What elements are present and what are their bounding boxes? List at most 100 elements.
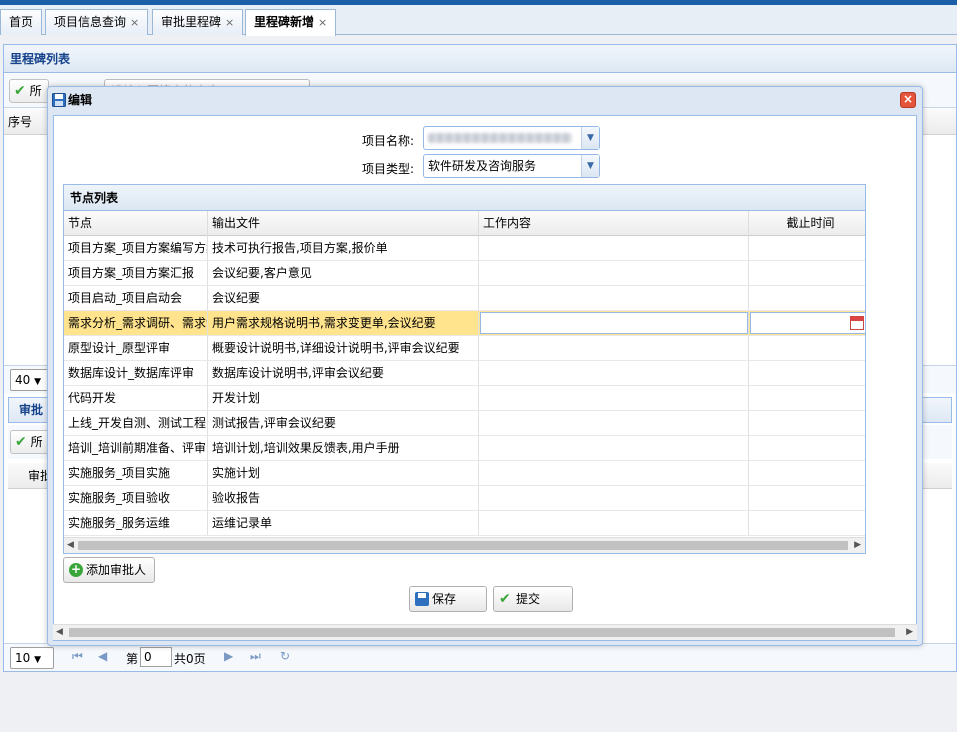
work-content-input[interactable]	[480, 312, 748, 334]
chevron-down-icon[interactable]: ▼	[581, 155, 599, 177]
tab-close-icon[interactable]: ×	[225, 16, 234, 29]
cell-output: 用户需求规格说明书,需求变更单,会议纪要	[208, 311, 479, 335]
cell-deadline[interactable]	[749, 436, 865, 460]
cell-work[interactable]	[479, 461, 749, 485]
cell-work[interactable]	[479, 361, 749, 385]
dialog-horizontal-scrollbar[interactable]: ◀ ▶	[53, 624, 917, 640]
cell-work[interactable]	[479, 336, 749, 360]
refresh-icon[interactable]: ↻	[280, 649, 290, 663]
cell-work[interactable]	[479, 436, 749, 460]
tab-bar: 首页 项目信息查询 × 审批里程碑 × 里程碑新增 ×	[0, 5, 957, 36]
col-header-deadline[interactable]: 截止时间	[749, 211, 865, 236]
table-row[interactable]: 上线_开发自测、测试工程师测试测试报告,评审会议纪要	[64, 411, 865, 436]
table-row[interactable]: 实施服务_服务运维 运维记录单	[64, 511, 865, 536]
table-row[interactable]: 实施服务_项目实施 实施计划	[64, 461, 865, 486]
cell-deadline[interactable]	[749, 261, 865, 285]
scroll-thumb[interactable]	[69, 628, 895, 637]
table-row[interactable]: 数据库设计_数据库评审 数据库设计说明书,评审会议纪要	[64, 361, 865, 386]
prev-page-icon[interactable]: ◀	[98, 649, 107, 663]
table-row[interactable]: 培训_培训前期准备、评审 培训计划,培训效果反馈表,用户手册	[64, 436, 865, 461]
cell-work[interactable]	[479, 511, 749, 535]
approval-all-button[interactable]: ✔ 所	[10, 430, 50, 454]
cell-node: 项目启动_项目启动会	[64, 286, 208, 310]
approval-page-size-select[interactable]: 10 ▼	[10, 647, 54, 669]
table-row[interactable]: 代码开发 开发计划	[64, 386, 865, 411]
first-page-icon[interactable]: ⏮	[72, 649, 83, 664]
submit-button[interactable]: ✔ 提交	[493, 586, 573, 612]
cell-work[interactable]	[479, 386, 749, 410]
cell-work[interactable]	[479, 261, 749, 285]
scroll-thumb[interactable]	[78, 541, 848, 550]
table-row[interactable]: 项目方案_项目方案编写方案 技术可执行报告,项目方案,报价单	[64, 236, 865, 261]
cell-deadline[interactable]	[749, 461, 865, 485]
check-icon: ✔	[15, 434, 27, 450]
cell-work[interactable]	[479, 311, 749, 335]
cell-work[interactable]	[479, 286, 749, 310]
calendar-icon[interactable]	[850, 316, 864, 330]
cell-deadline[interactable]	[749, 486, 865, 510]
chevron-down-icon[interactable]: ▼	[581, 127, 599, 149]
cell-node: 上线_开发自测、测试工程师测试	[64, 411, 208, 435]
close-icon[interactable]: ×	[900, 92, 916, 108]
project-name-label: 项目名称:	[361, 134, 414, 148]
cell-output: 开发计划	[208, 386, 479, 410]
cell-deadline[interactable]	[749, 386, 865, 410]
scroll-right-icon[interactable]: ▶	[906, 627, 913, 637]
cell-work[interactable]	[479, 411, 749, 435]
col-header-work[interactable]: 工作内容	[479, 211, 749, 236]
tab-label: 里程碑新增	[254, 15, 315, 29]
col-header-node[interactable]: 节点	[64, 211, 208, 236]
cell-deadline[interactable]	[749, 236, 865, 260]
save-button[interactable]: 保存	[409, 586, 487, 612]
scroll-left-icon[interactable]: ◀	[67, 540, 74, 550]
deadline-date-input[interactable]	[750, 312, 865, 334]
select-value: 40	[15, 373, 31, 387]
page-number-input[interactable]: 0	[140, 647, 172, 667]
button-label: 保存	[432, 592, 457, 606]
tab-close-icon[interactable]: ×	[130, 16, 139, 29]
cell-node: 实施服务_服务运维	[64, 511, 208, 535]
project-type-combo[interactable]: 软件研发及咨询服务 ▼	[423, 154, 600, 178]
tab-project-query[interactable]: 项目信息查询 ×	[45, 9, 149, 35]
table-row[interactable]: 项目方案_项目方案汇报 会议纪要,客户意见	[64, 261, 865, 286]
cell-deadline[interactable]	[749, 511, 865, 535]
cell-deadline[interactable]	[749, 286, 865, 310]
dialog-header[interactable]: 编辑 ×	[48, 87, 922, 114]
scroll-right-icon[interactable]: ▶	[854, 540, 861, 550]
cell-deadline[interactable]	[749, 361, 865, 385]
table-row[interactable]: 需求分析_需求调研、需求评审用户需求规格说明书,需求变更单,会议纪要	[64, 311, 865, 336]
cell-deadline[interactable]	[749, 336, 865, 360]
cell-node: 项目方案_项目方案编写方案	[64, 236, 208, 260]
edit-dialog: 编辑 × 项目名称: ▼ 项目类型: 软件研发及咨询服务 ▼ 节点列表 节点 输…	[47, 86, 923, 646]
tab-add-milestone[interactable]: 里程碑新增 ×	[245, 9, 337, 36]
table-row[interactable]: 原型设计_原型评审 概要设计说明书,详细设计说明书,评审会议纪要	[64, 336, 865, 361]
button-label: 所	[30, 435, 43, 449]
cell-work[interactable]	[479, 486, 749, 510]
cell-deadline[interactable]	[749, 311, 865, 335]
cell-work[interactable]	[479, 236, 749, 260]
next-page-icon[interactable]: ▶	[224, 649, 233, 663]
col-header-output[interactable]: 输出文件	[208, 211, 479, 236]
project-name-combo[interactable]: ▼	[423, 126, 600, 150]
tab-label: 审批里程碑	[161, 15, 222, 29]
scroll-left-icon[interactable]: ◀	[56, 627, 63, 637]
chevron-down-icon: ▼	[34, 655, 42, 665]
tab-label: 项目信息查询	[54, 15, 127, 29]
tab-approve-milestone[interactable]: 审批里程碑 ×	[152, 9, 244, 35]
cell-output: 会议纪要,客户意见	[208, 261, 479, 285]
tab-close-icon[interactable]: ×	[318, 16, 327, 29]
bg-all-button[interactable]: ✔ 所	[9, 79, 49, 103]
grid-horizontal-scrollbar[interactable]: ◀ ▶	[64, 537, 865, 553]
cell-deadline[interactable]	[749, 411, 865, 435]
button-label: 添加审批人	[86, 563, 147, 577]
cell-output: 培训计划,培训效果反馈表,用户手册	[208, 436, 479, 460]
add-approver-button[interactable]: + 添加审批人	[63, 557, 156, 583]
approval-pager: 10 ▼ ⏮ ◀ 第 0 共0页 ▶ ⏭ ↻	[4, 643, 956, 671]
check-icon: ✔	[14, 83, 26, 99]
table-row[interactable]: 实施服务_项目验收 验收报告	[64, 486, 865, 511]
project-name-value-redacted	[428, 133, 572, 143]
last-page-icon[interactable]: ⏭	[250, 649, 261, 664]
tab-home[interactable]: 首页	[0, 9, 43, 35]
table-row[interactable]: 项目启动_项目启动会 会议纪要	[64, 286, 865, 311]
panel-title: 里程碑列表	[4, 45, 956, 73]
